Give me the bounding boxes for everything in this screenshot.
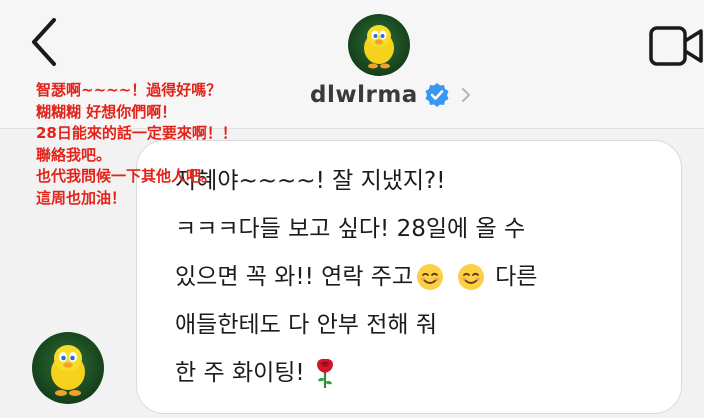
- overlay-line: 聯絡我吧。: [36, 145, 112, 164]
- tweety-avatar-icon: [51, 345, 85, 396]
- message-text: 한 주 화이팅!: [175, 360, 305, 386]
- overlay-line: 智瑟啊~~~~！過得好嗎？: [36, 81, 222, 99]
- verified-badge-icon: [425, 83, 449, 107]
- username: dlwlrma: [310, 82, 418, 108]
- smiling-face-icon: [417, 264, 444, 290]
- chevron-right-icon: [461, 88, 470, 102]
- video-call-button[interactable]: [648, 22, 704, 72]
- message-line: ㅋㅋㅋ다들 보고 싶다! 28일에 올 수: [175, 216, 526, 242]
- overlay-line: 這周也加油！: [36, 188, 127, 207]
- message-text: 있으면 꼭 와!! 연락 주고: [175, 264, 414, 290]
- sender-avatar[interactable]: [32, 332, 104, 404]
- smiling-face-icon: [458, 264, 485, 290]
- chevron-left-icon: [32, 18, 56, 66]
- profile-avatar[interactable]: [348, 14, 410, 76]
- message-text: 다른: [495, 264, 538, 290]
- back-button[interactable]: [26, 16, 62, 68]
- overlay-line: 也代我問候一下其他人吧。: [36, 167, 217, 185]
- overlay-line: 28日能來的話一定要來啊！！: [36, 124, 237, 142]
- message-line: 한 주 화이팅!: [175, 349, 649, 397]
- dm-screen: dlwlrma 智瑟啊~~~~！過得好嗎？ 糊糊糊 好想你們啊！ 28日能來的話…: [0, 0, 704, 418]
- message-line: 있으면 꼭 와!! 연락 주고 다른: [175, 253, 649, 301]
- rose-icon: [316, 358, 333, 388]
- translation-overlay: 智瑟啊~~~~！過得好嗎？ 糊糊糊 好想你們啊！ 28日能來的話一定要來啊！！ …: [36, 80, 296, 209]
- video-camera-icon: [649, 26, 703, 66]
- message-line: 애들한테도 다 안부 전해 줘: [175, 312, 438, 338]
- overlay-line: 糊糊糊 好想你們啊！: [36, 102, 177, 121]
- tweety-avatar-icon: [364, 25, 394, 69]
- username-row[interactable]: dlwlrma: [310, 80, 472, 110]
